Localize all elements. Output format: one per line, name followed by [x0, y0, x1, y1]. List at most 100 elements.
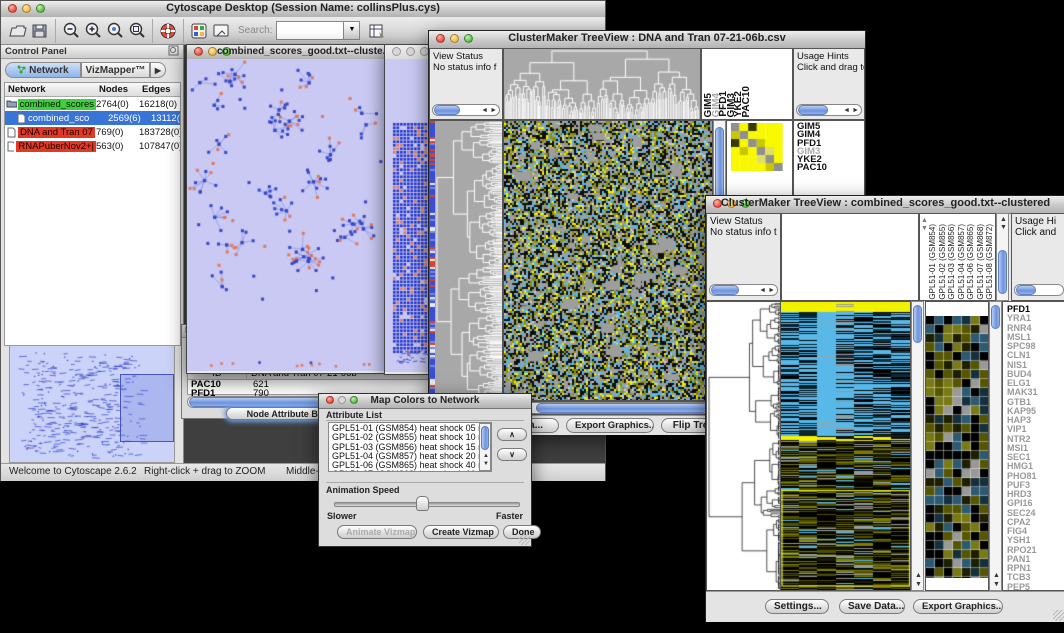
settings-button[interactable]: Settings... [765, 599, 829, 614]
animate-vizmap-button[interactable]: Animate Vizmap [337, 525, 417, 539]
scrollbar-thumb[interactable] [913, 305, 922, 343]
zoom-matrix-canvas[interactable] [731, 123, 783, 171]
status-hscrollbar[interactable]: ◄ ► [709, 284, 778, 296]
column-dendrogram-pane[interactable] [781, 213, 919, 301]
tab-more-arrow[interactable]: ▶ [150, 62, 166, 78]
float-panel-icon[interactable] [168, 45, 179, 60]
network-canvas[interactable] [187, 59, 384, 371]
help-lifesaver-icon[interactable] [157, 20, 179, 42]
labels-vscrollbar[interactable]: ▲ ▼ [996, 213, 1009, 301]
network-row-dna-tran[interactable]: DNA and Tran 07 769(0) 183728(0) [5, 125, 180, 139]
hints-hscrollbar[interactable] [1014, 284, 1064, 296]
attribute-browser-icon[interactable] [366, 20, 388, 42]
network-row-combined-sco-selected[interactable]: combined_sco 2569(6) 13112(15) [5, 111, 180, 125]
birdseye-viewport-rect[interactable] [120, 374, 174, 442]
scroll-down-icon[interactable]: ▼ [993, 581, 1000, 588]
vizmapper-icon[interactable] [188, 20, 210, 42]
scroll-down-icon[interactable]: ▼ [483, 461, 489, 468]
zoom-out-icon[interactable] [60, 20, 82, 42]
resize-grip[interactable] [519, 534, 530, 545]
scroll-left-icon[interactable]: ◄ [481, 107, 488, 114]
zoom-selected-icon[interactable] [104, 20, 126, 42]
export-graphics-button[interactable]: Export Graphics... [913, 599, 1003, 614]
scroll-up-icon[interactable]: ▲ [921, 217, 928, 224]
column-dendrogram-canvas[interactable] [504, 49, 700, 119]
move-up-button[interactable]: ∧ [497, 428, 527, 441]
main-title-bar[interactable]: Cytoscape Desktop (Session Name: collins… [1, 1, 605, 18]
annotation-icon[interactable] [210, 20, 232, 42]
treeview2-button-bar: Settings... Save Data... Export Graphics… [706, 591, 1064, 622]
gene-list-item[interactable]: PEP5 [1007, 583, 1064, 592]
network-row-rnapuber[interactable]: RNAPuberNov2+| 563(0) 107847(0) [5, 139, 180, 153]
scroll-left-icon[interactable]: ◄ [843, 107, 850, 114]
attribute-list-vscrollbar[interactable]: ▲ ▼ [479, 423, 491, 471]
network2-title-bar[interactable] [385, 45, 431, 60]
scroll-up-icon[interactable]: ▲ [915, 572, 922, 579]
scrollbar-thumb[interactable] [991, 305, 1000, 329]
document-icon [7, 141, 14, 152]
save-icon[interactable] [29, 20, 51, 42]
zoom-heatmap-canvas[interactable] [926, 316, 988, 578]
scrollbar-thumb[interactable] [711, 285, 739, 295]
column-dendrogram-pane[interactable] [503, 48, 701, 120]
resize-grip[interactable] [1053, 610, 1064, 621]
column-header-edges[interactable]: Edges [142, 84, 180, 95]
open-file-icon[interactable] [7, 20, 29, 42]
hints-hscrollbar[interactable]: ◄ ► [796, 104, 862, 116]
global-vscrollbar[interactable]: ▲ ▼ [911, 301, 924, 591]
scroll-up-icon[interactable]: ▲ [1000, 216, 1007, 223]
treeview1-title-bar[interactable]: ClusterMaker TreeView : DNA and Tran 07-… [429, 31, 865, 49]
row-dendrogram-canvas[interactable] [707, 302, 780, 590]
global-heatmap-pane[interactable] [781, 301, 911, 591]
scroll-right-icon[interactable]: ► [852, 107, 859, 114]
zoom-fit-icon[interactable] [126, 20, 148, 42]
minimize-button[interactable] [406, 47, 415, 56]
treeview2-title-bar[interactable]: ClusterMaker TreeView : combined_scores_… [706, 196, 1064, 214]
scroll-up-icon[interactable]: ▲ [993, 572, 1000, 579]
zoom-in-icon[interactable] [82, 20, 104, 42]
scrollbar-thumb[interactable] [798, 105, 828, 115]
create-vizmap-button[interactable]: Create Vizmap [423, 525, 499, 539]
gene-list-item[interactable]: PAC10 [797, 164, 864, 172]
heatmap-pane[interactable] [503, 120, 713, 401]
zoom-heatmap-pane[interactable] [925, 301, 989, 591]
scroll-right-icon[interactable]: ► [490, 107, 497, 114]
tab-vizmapper[interactable]: VizMapper™ [81, 62, 150, 78]
row-dendrogram-pane[interactable] [706, 301, 781, 591]
row-dendrogram-pane[interactable] [429, 120, 503, 401]
animation-speed-slider-thumb[interactable] [416, 496, 429, 511]
row-dendrogram-canvas[interactable] [435, 121, 502, 400]
scroll-down-icon[interactable]: ▼ [1000, 224, 1007, 231]
search-dropdown-arrow-icon[interactable]: ▼ [344, 21, 360, 40]
scroll-down-icon[interactable]: ▼ [921, 225, 928, 232]
scroll-left-icon[interactable]: ◄ [759, 287, 766, 294]
column-header-nodes[interactable]: Nodes [99, 84, 142, 95]
scrollbar-thumb[interactable] [1016, 285, 1036, 295]
scroll-right-icon[interactable]: ► [768, 287, 775, 294]
status-zoom-hint: Right-click + drag to ZOOM [144, 464, 265, 480]
scrollbar-thumb[interactable] [998, 250, 1007, 294]
search-input[interactable] [276, 21, 344, 40]
global-heatmap-canvas[interactable] [781, 302, 911, 590]
save-data-button[interactable]: Save Data... [839, 599, 905, 614]
scrollbar-thumb[interactable] [434, 105, 460, 115]
zoom-vscrollbar[interactable]: ▲ ▼ [989, 301, 1002, 591]
scrollbar-thumb[interactable] [536, 403, 708, 413]
status-hscrollbar[interactable]: ◄ ► [432, 104, 500, 116]
tab-network[interactable]: Network [5, 62, 81, 78]
birdseye-view[interactable] [9, 345, 175, 463]
scroll-down-icon[interactable]: ▼ [915, 581, 922, 588]
close-button[interactable] [392, 47, 401, 56]
move-down-button[interactable]: ∨ [497, 448, 527, 461]
dialog-title-bar[interactable]: Map Colors to Network [319, 394, 531, 409]
scrollbar-thumb[interactable] [481, 426, 489, 450]
heatmap-hscrollbar[interactable] [503, 402, 713, 414]
heatmap-canvas[interactable] [504, 121, 712, 400]
attribute-list-item[interactable]: GPL51-07 (GSM868) heat shock 60 min [332, 470, 491, 472]
network-canvas[interactable] [385, 59, 429, 372]
export-graphics-button[interactable]: Export Graphics... [566, 418, 654, 433]
scroll-up-icon[interactable]: ▲ [483, 453, 489, 460]
column-header-network[interactable]: Network [5, 84, 99, 95]
network1-title-bar[interactable]: combined_scores_good.txt--cluste... [187, 45, 386, 60]
network-row-combined-scores[interactable]: combined_scores 2764(0) 16218(0) [5, 97, 180, 111]
